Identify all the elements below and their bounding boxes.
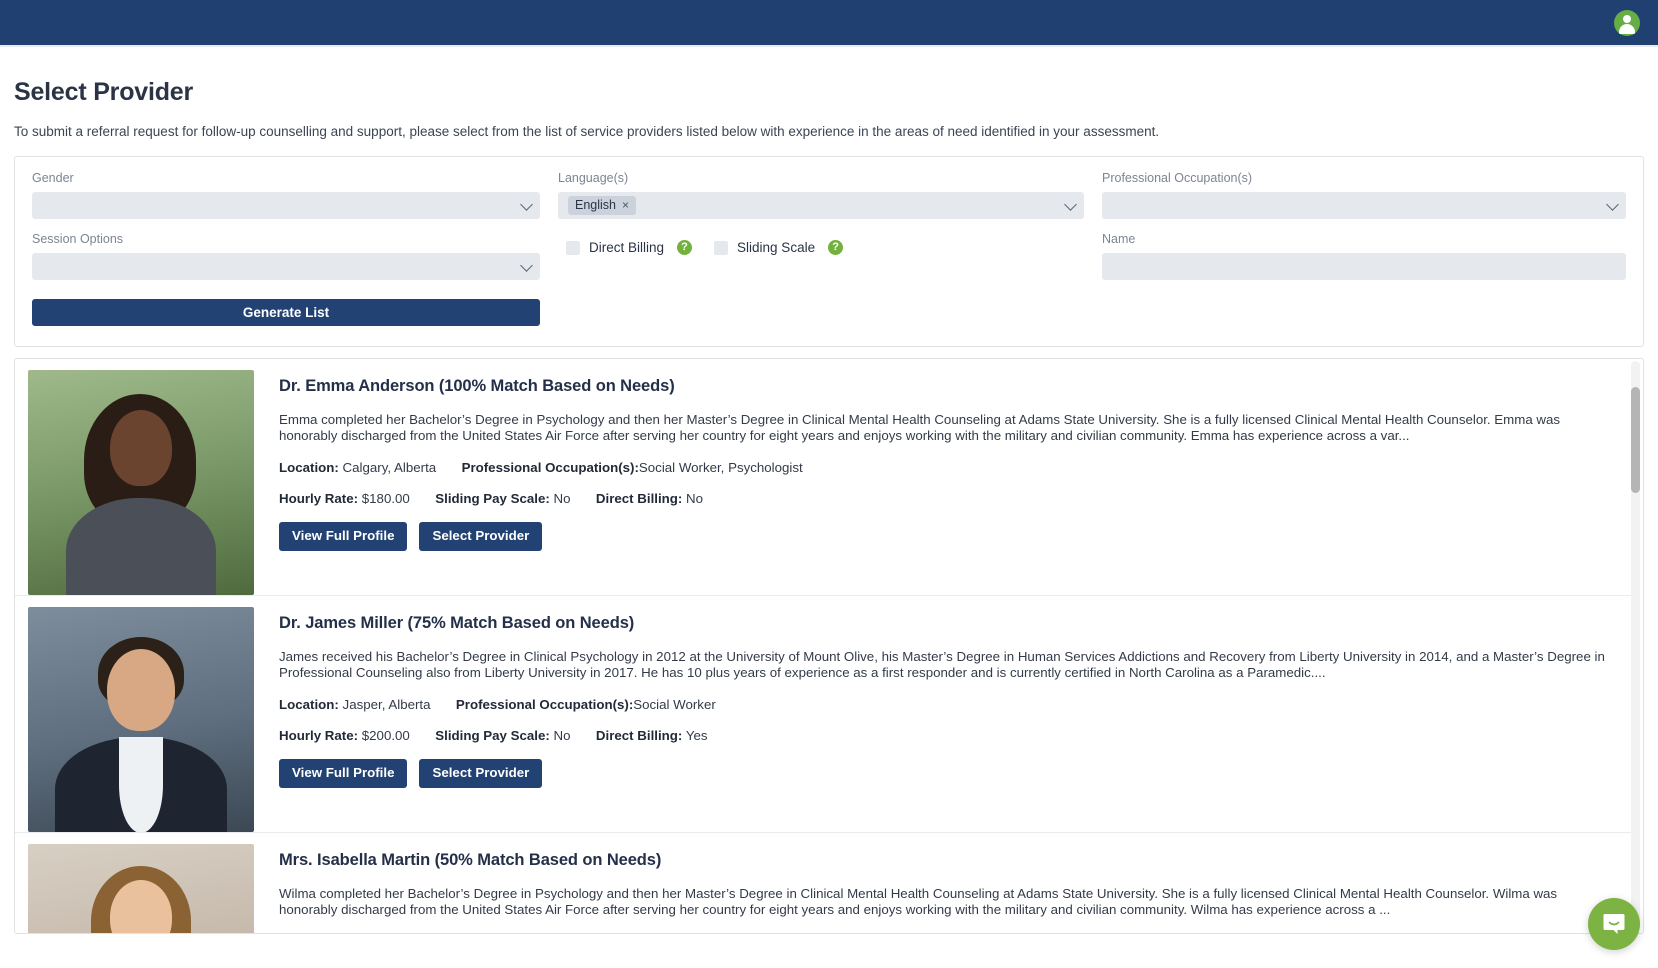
- name-input-wrapper[interactable]: [1102, 253, 1626, 280]
- page-container: Select Provider To submit a referral req…: [0, 78, 1658, 934]
- occupations-label: Professional Occupation(s):: [461, 460, 639, 475]
- provider-filter-panel: Gender Session Options Generate List Lan…: [14, 156, 1644, 347]
- provider-meta-row-location: Location: Calgary, Alberta Professional …: [279, 460, 1612, 475]
- filter-column-left: Gender Session Options Generate List: [32, 170, 540, 326]
- name-label: Name: [1102, 232, 1136, 246]
- provider-meta-row-rates: Hourly Rate: $200.00 Sliding Pay Scale: …: [279, 728, 1612, 743]
- select-provider-button[interactable]: Select Provider: [419, 759, 543, 788]
- photo-torso-shape: [66, 498, 216, 595]
- direct-billing-label: Direct Billing: [589, 240, 665, 255]
- direct-billing-checkbox[interactable]: [566, 240, 580, 255]
- billing-checkbox-row: Direct Billing ? Sliding Scale ?: [558, 240, 1084, 255]
- avatar-body-shape: [1619, 23, 1635, 34]
- provider-meta-row-location: Location: Jasper, Alberta Professional O…: [279, 697, 1612, 712]
- provider-results-list: Dr. Emma Anderson (100% Match Based on N…: [14, 358, 1644, 934]
- direct-billing-label: Direct Billing:: [595, 728, 683, 743]
- language-tag-label: English: [575, 198, 616, 212]
- provider-card[interactable]: Mrs. Isabella Martin (50% Match Based on…: [15, 833, 1632, 933]
- provider-photo-emma-anderson: [28, 370, 254, 595]
- provider-name-heading: Dr. James Miller (75% Match Based on Nee…: [279, 614, 635, 632]
- chevron-down-icon: [520, 258, 533, 272]
- provider-card-actions: View Full Profile Select Provider: [279, 759, 1612, 788]
- gender-select[interactable]: [32, 192, 540, 219]
- hourly-rate-label: Hourly Rate:: [279, 728, 359, 743]
- photo-face-shape: [110, 410, 172, 486]
- chevron-down-icon: [1064, 197, 1077, 211]
- avatar-head-shape: [1623, 14, 1631, 23]
- provider-card-body: Dr. James Miller (75% Match Based on Nee…: [254, 607, 1632, 832]
- sliding-pay-scale-label: Sliding Pay Scale:: [435, 728, 550, 743]
- page-subtitle: To submit a referral request for follow-…: [14, 124, 1160, 139]
- language-tag-english[interactable]: English ×: [568, 196, 637, 215]
- sliding-scale-checkbox[interactable]: [714, 240, 729, 255]
- location-value: Calgary, Alberta: [342, 460, 437, 475]
- provider-name-heading: Mrs. Isabella Martin (50% Match Based on…: [279, 851, 662, 869]
- chevron-down-icon: [520, 197, 533, 211]
- user-avatar-icon[interactable]: [1614, 9, 1640, 36]
- sliding-pay-scale-value: No: [553, 491, 571, 506]
- sliding-scale-label: Sliding Scale: [737, 240, 816, 255]
- filter-column-middle: Language(s) English × Direct Billing ? S…: [558, 170, 1084, 326]
- generate-list-button[interactable]: Generate List: [32, 299, 540, 326]
- provider-card[interactable]: Dr. James Miller (75% Match Based on Nee…: [15, 596, 1632, 833]
- name-filter-group: Name: [1102, 231, 1626, 280]
- gender-filter-group: Gender: [32, 170, 540, 219]
- chat-bubble-icon[interactable]: [1588, 898, 1640, 950]
- provider-meta-row-rates: Hourly Rate: $180.00 Sliding Pay Scale: …: [279, 491, 1612, 506]
- provider-card-body: Mrs. Isabella Martin (50% Match Based on…: [254, 844, 1632, 933]
- direct-billing-label: Direct Billing:: [595, 491, 683, 506]
- session-options-select[interactable]: [32, 253, 540, 280]
- occupations-value: Social Worker, Psychologist: [638, 460, 803, 475]
- location-label: Location:: [279, 697, 339, 712]
- chevron-down-icon: [1606, 197, 1619, 211]
- provider-card-body: Dr. Emma Anderson (100% Match Based on N…: [254, 370, 1632, 595]
- occupations-label: Professional Occupation(s):: [455, 697, 634, 712]
- hourly-rate-value: $200.00: [361, 728, 410, 743]
- sliding-scale-help-icon[interactable]: ?: [828, 240, 844, 255]
- direct-billing-value: Yes: [685, 728, 708, 743]
- photo-face-shape: [107, 649, 175, 731]
- provider-bio: Emma completed her Bachelor’s Degree in …: [279, 412, 1561, 443]
- chat-bubble-glyph: [1603, 914, 1625, 934]
- professional-occupations-select[interactable]: [1102, 192, 1626, 219]
- provider-bio: James received his Bachelor’s Degree in …: [279, 649, 1605, 680]
- gender-label: Gender: [32, 171, 74, 185]
- name-input[interactable]: [1112, 258, 1616, 275]
- location-label: Location:: [279, 460, 339, 475]
- provider-card[interactable]: Dr. Emma Anderson (100% Match Based on N…: [15, 359, 1632, 596]
- filter-column-right: Professional Occupation(s) Name: [1102, 170, 1626, 326]
- languages-multiselect[interactable]: English ×: [558, 192, 1084, 219]
- languages-filter-group: Language(s) English ×: [558, 170, 1084, 219]
- professional-occupations-label: Professional Occupation(s): [1102, 171, 1253, 185]
- view-full-profile-button[interactable]: View Full Profile: [279, 759, 408, 788]
- sliding-pay-scale-value: No: [553, 728, 571, 743]
- provider-photo-isabella-martin: [28, 844, 254, 933]
- provider-results-scroll-area: Dr. Emma Anderson (100% Match Based on N…: [15, 359, 1632, 933]
- occupations-value: Social Worker: [633, 697, 716, 712]
- languages-label: Language(s): [558, 171, 629, 185]
- results-scrollbar-thumb[interactable]: [1631, 387, 1640, 493]
- location-value: Jasper, Alberta: [342, 697, 431, 712]
- select-provider-button[interactable]: Select Provider: [419, 522, 543, 551]
- session-options-filter-group: Session Options: [32, 231, 540, 280]
- sliding-pay-scale-label: Sliding Pay Scale:: [435, 491, 550, 506]
- provider-photo-james-miller: [28, 607, 254, 832]
- results-scrollbar-track[interactable]: [1631, 361, 1640, 931]
- session-options-label: Session Options: [32, 232, 124, 246]
- professional-occupations-filter-group: Professional Occupation(s): [1102, 170, 1626, 219]
- top-navigation-bar: [0, 0, 1658, 47]
- provider-bio: Wilma completed her Bachelor’s Degree in…: [279, 886, 1558, 917]
- hourly-rate-label: Hourly Rate:: [279, 491, 359, 506]
- close-icon[interactable]: ×: [622, 198, 629, 212]
- photo-shirt-shape: [119, 737, 163, 832]
- provider-name-heading: Dr. Emma Anderson (100% Match Based on N…: [279, 377, 675, 395]
- view-full-profile-button[interactable]: View Full Profile: [279, 522, 408, 551]
- direct-billing-help-icon[interactable]: ?: [677, 240, 693, 255]
- direct-billing-value: No: [686, 491, 704, 506]
- provider-card-actions: View Full Profile Select Provider: [279, 522, 1612, 551]
- hourly-rate-value: $180.00: [361, 491, 410, 506]
- page-title: Select Provider: [14, 78, 194, 106]
